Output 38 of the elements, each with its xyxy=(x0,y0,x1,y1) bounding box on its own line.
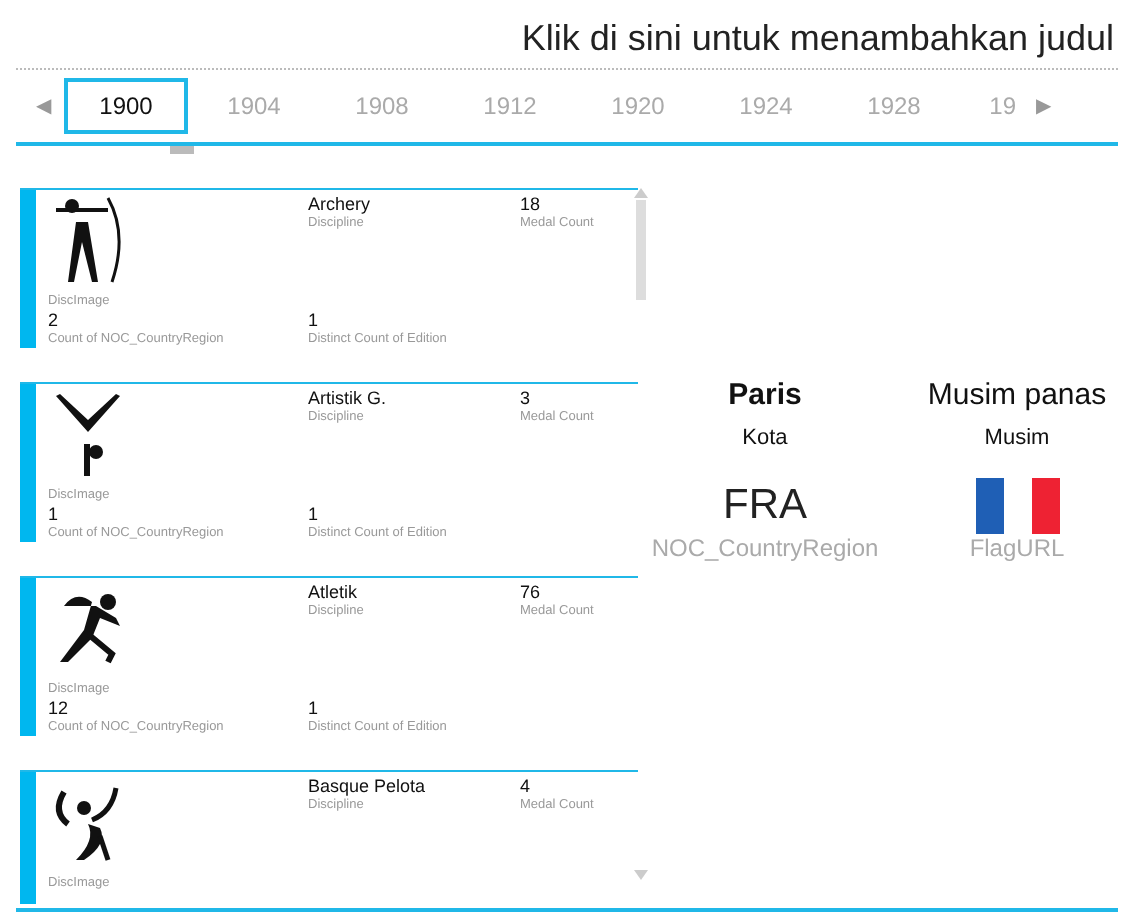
country-code: FRA xyxy=(723,480,807,530)
year-tile[interactable]: 1912 xyxy=(448,78,572,134)
season-value: Musim panas xyxy=(927,376,1107,416)
chart-title: Klik di sini untuk menambahkan judul xyxy=(521,16,1114,62)
year-tile[interactable]: 19 xyxy=(960,78,1020,134)
field-label: FlagURL xyxy=(969,532,1065,566)
count-value: 12 xyxy=(48,698,71,718)
medal-count-value: 18 xyxy=(520,194,543,214)
city-value: Paris xyxy=(728,376,802,416)
scroll-up-arrow[interactable] xyxy=(634,188,648,198)
scroll-down-arrow[interactable] xyxy=(634,870,648,880)
accent-bar xyxy=(20,772,36,904)
timeline-handle[interactable] xyxy=(170,146,194,154)
count-value: 1 xyxy=(308,698,321,718)
year-tile[interactable]: 1928 xyxy=(832,78,956,134)
year-tile[interactable]: 1900 xyxy=(64,78,188,134)
discipline-value: Archery xyxy=(308,194,373,214)
field-label: NOC_CountryRegion xyxy=(651,532,879,566)
count-value: 1 xyxy=(308,310,321,330)
medal-count-value: 76 xyxy=(520,582,543,602)
next-arrow[interactable]: ▶ xyxy=(1024,91,1064,121)
year-tile[interactable]: 1904 xyxy=(192,78,316,134)
discipline-value: Artistik G. xyxy=(308,388,389,408)
count-value: 2 xyxy=(48,310,61,330)
medal-count-value: 4 xyxy=(520,776,533,796)
year-tile[interactable]: 1920 xyxy=(576,78,700,134)
count-value: 1 xyxy=(308,504,321,524)
field-label: Musim xyxy=(984,424,1050,454)
previous-arrow[interactable]: ◀ xyxy=(24,91,64,121)
year-tile[interactable]: 1908 xyxy=(320,78,444,134)
year-tile[interactable]: 1924 xyxy=(704,78,828,134)
medal-count-value: 3 xyxy=(520,388,533,408)
field-label: Kota xyxy=(742,424,788,454)
scrollbar-thumb[interactable] xyxy=(636,200,646,300)
discipline-value: Basque Pelota xyxy=(308,776,428,796)
discipline-value: Atletik xyxy=(308,582,360,602)
flag-icon xyxy=(973,478,1061,535)
count-value: 1 xyxy=(48,504,61,524)
